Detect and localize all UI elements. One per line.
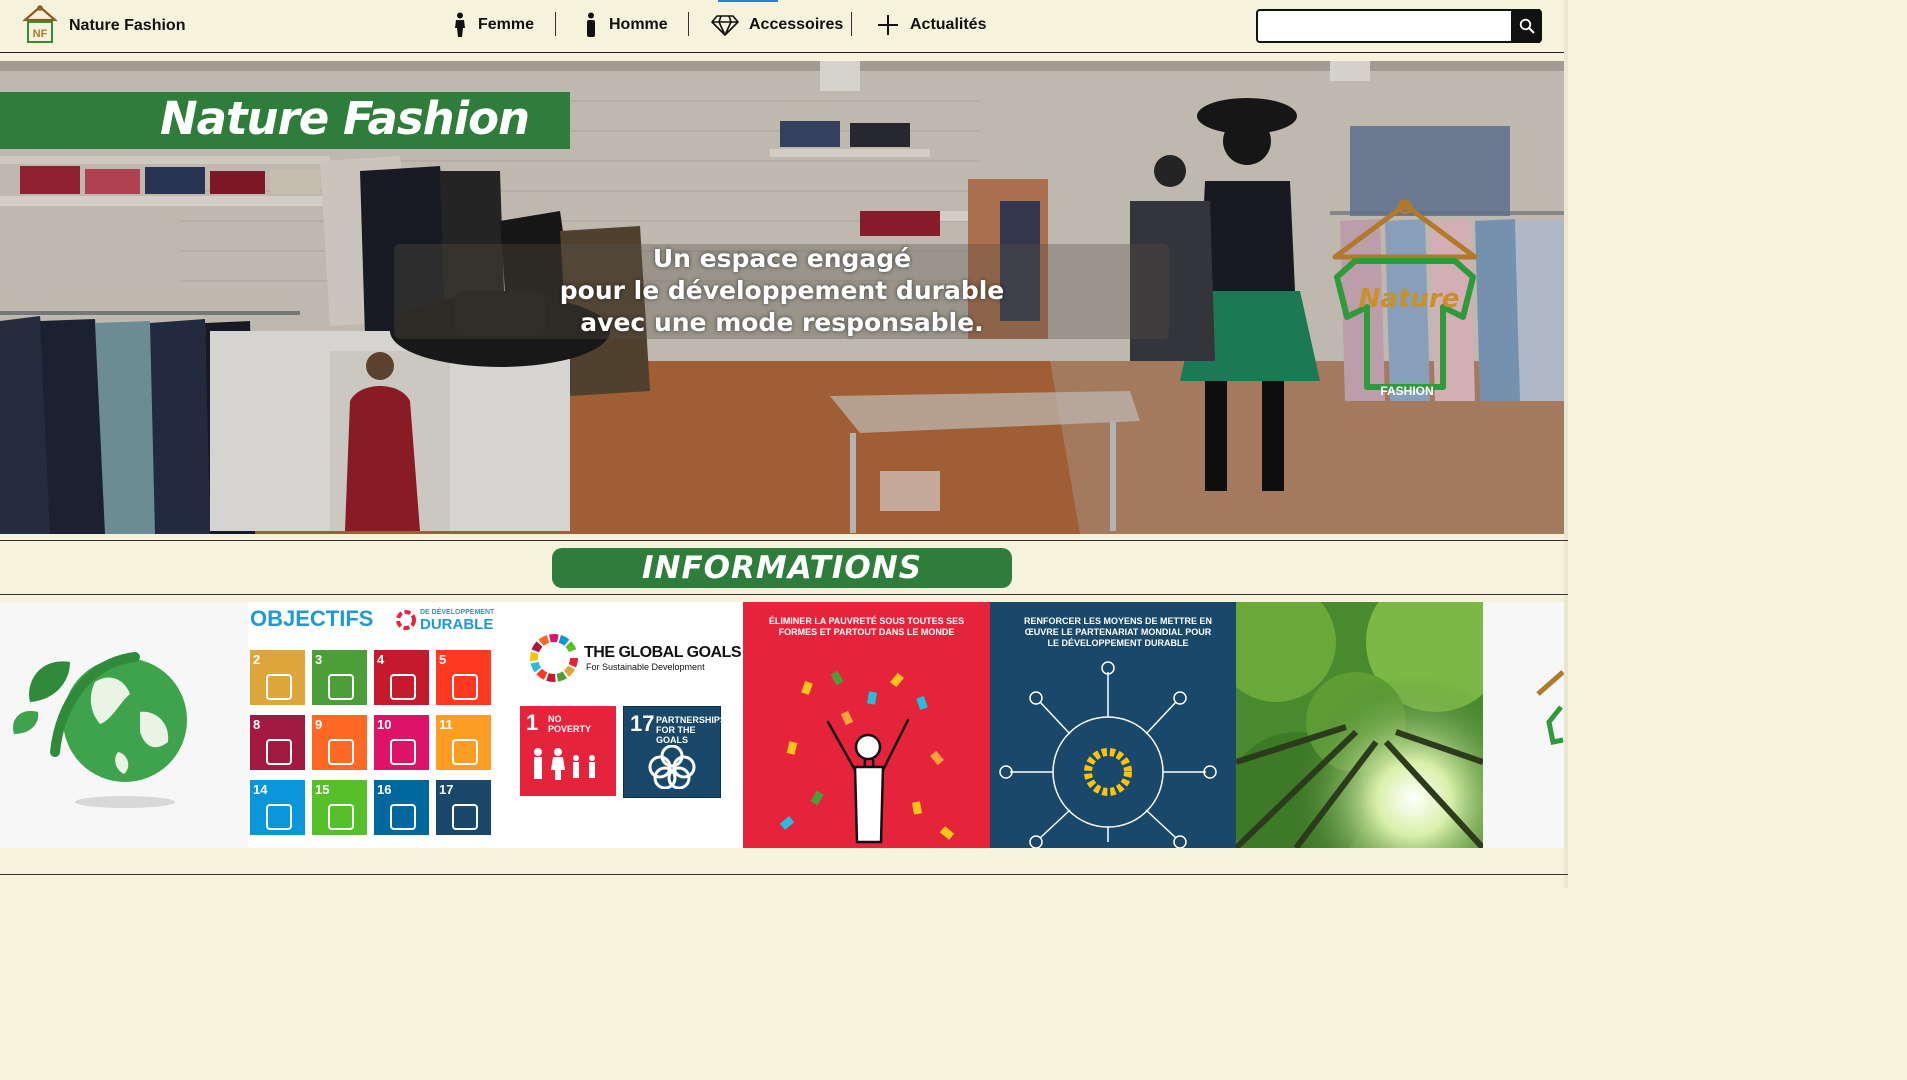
sdg-tile-icon bbox=[266, 739, 292, 765]
sdg-tile: 16 bbox=[374, 780, 429, 835]
nav-link-accessoires-label: Accessoires bbox=[749, 16, 844, 33]
nav-link-actualites[interactable]: Actualités bbox=[876, 12, 986, 38]
partnership-rings-icon bbox=[648, 745, 696, 789]
top-navbar: NF Nature Fashion Femme Homme Accessoire… bbox=[0, 0, 1568, 53]
informations-title: INFORMATIONS bbox=[641, 550, 923, 586]
brand-logo[interactable]: NF bbox=[22, 4, 58, 46]
global-goals-wheel-icon bbox=[530, 634, 578, 682]
sdg-tile-number: 3 bbox=[315, 652, 323, 667]
nav-link-femme[interactable]: Femme bbox=[452, 12, 534, 38]
nav-link-actualites-label: Actualités bbox=[910, 16, 987, 33]
sdg-tile-number: 15 bbox=[315, 782, 330, 797]
nav-link-accessoires[interactable]: Accessoires bbox=[711, 12, 843, 38]
sdg-tile-number: 14 bbox=[253, 782, 268, 797]
sdg-tile-icon bbox=[328, 804, 354, 830]
sdg-tile-icon bbox=[390, 804, 416, 830]
sdg-tile-number: 9 bbox=[315, 717, 323, 732]
nature-fashion-logo-partial bbox=[1536, 670, 1564, 745]
informations-header: INFORMATIONS bbox=[552, 548, 1012, 588]
info-card-partnership-poster[interactable]: RENFORCER LES MOYENS DE METTRE EN ŒUVRE … bbox=[990, 602, 1236, 848]
section-divider bbox=[0, 874, 1568, 875]
hero-tagline: Un espace engagé pour le développement d… bbox=[470, 243, 1094, 339]
sdg-tile-icon bbox=[390, 674, 416, 700]
sdg-tile: 5 bbox=[436, 650, 491, 705]
sdg-tile: 8 bbox=[250, 715, 305, 770]
hero-section: Nature FASHION Nature Fashion Un espace … bbox=[0, 61, 1564, 534]
sdg-tile: 14 bbox=[250, 780, 305, 835]
info-card-sdg-grid[interactable]: OBJECTIFS DE DÉVELOPPEMENT DURABLE 23458… bbox=[248, 602, 496, 848]
global-goals-title: THE GLOBAL GOALS bbox=[584, 644, 742, 661]
woman-icon bbox=[455, 12, 465, 37]
sdg-tile-icon bbox=[452, 739, 478, 765]
man-icon bbox=[587, 12, 595, 37]
forest-canopy-photo bbox=[1236, 602, 1483, 848]
page-scrollbar[interactable] bbox=[1564, 0, 1568, 888]
nav-link-homme-label: Homme bbox=[609, 16, 668, 33]
search-button[interactable] bbox=[1511, 9, 1542, 43]
brand-name[interactable]: Nature Fashion bbox=[69, 17, 185, 35]
sdg-wheel-icon bbox=[396, 610, 416, 630]
info-card-global-goals[interactable]: THE GLOBAL GOALS For Sustainable Develop… bbox=[496, 602, 743, 848]
nav-link-femme-label: Femme bbox=[478, 16, 535, 33]
sdg-tile: 10 bbox=[374, 715, 429, 770]
sdg-tile-number: 4 bbox=[377, 652, 385, 667]
people-circle-illustration bbox=[999, 661, 1217, 848]
plus-icon bbox=[878, 15, 898, 35]
goal-17-tile: 17 PARTNERSHIPS FOR THE GOALS bbox=[623, 706, 726, 798]
sdg-heading: OBJECTIFS bbox=[250, 606, 374, 631]
search-input[interactable] bbox=[1256, 9, 1540, 43]
info-card-green-earth[interactable] bbox=[0, 602, 248, 848]
nav-divider bbox=[851, 12, 852, 36]
svg-text:NF: NF bbox=[33, 28, 48, 40]
sdg-tile-icon bbox=[266, 674, 292, 700]
sdg-tile-number: 8 bbox=[253, 717, 261, 732]
diamond-icon bbox=[711, 15, 739, 36]
sdg-tile-number: 5 bbox=[439, 652, 447, 667]
info-card-poverty-poster[interactable]: ÉLIMINER LA PAUVRETÉ SOUS TOUTES SES FOR… bbox=[743, 602, 990, 848]
nav-divider bbox=[555, 12, 556, 36]
family-icon bbox=[534, 748, 595, 780]
sdg-tile: 17 bbox=[436, 780, 491, 835]
sdg-tile-icon bbox=[390, 739, 416, 765]
section-divider bbox=[0, 594, 1568, 595]
nav-link-homme[interactable]: Homme bbox=[583, 12, 668, 38]
sdg-tile-number: 2 bbox=[253, 652, 261, 667]
hero-title: Nature Fashion bbox=[160, 92, 530, 145]
search-icon bbox=[1519, 18, 1535, 34]
info-card-next-partial[interactable] bbox=[1483, 602, 1564, 848]
svg-text:Nature: Nature bbox=[1359, 284, 1460, 314]
section-divider bbox=[0, 540, 1568, 541]
sdg-tile: 15 bbox=[312, 780, 367, 835]
info-card-forest[interactable] bbox=[1236, 602, 1483, 848]
confetti-person-illustration bbox=[779, 670, 955, 844]
svg-text:FASHION: FASHION bbox=[1380, 384, 1433, 397]
sdg-tile-icon bbox=[328, 739, 354, 765]
hero-tagline-line: Un espace engagé bbox=[652, 244, 912, 273]
global-goals-subtitle: For Sustainable Development bbox=[586, 662, 705, 672]
sdg-tile: 3 bbox=[312, 650, 367, 705]
sdg-tile-number: 17 bbox=[439, 782, 454, 797]
sdg-tile-number: 11 bbox=[439, 717, 453, 732]
green-earth-icon bbox=[13, 652, 187, 808]
sdg-tile: 11 bbox=[436, 715, 491, 770]
sdg-tile-icon bbox=[452, 674, 478, 700]
sdg-tile: 4 bbox=[374, 650, 429, 705]
sdg-subheading-2: DURABLE bbox=[420, 616, 494, 633]
sdg-tile: 2 bbox=[250, 650, 305, 705]
sdg-tile-icon bbox=[452, 804, 478, 830]
sdg-tile: 9 bbox=[312, 715, 367, 770]
sdg-tile-icon bbox=[266, 804, 292, 830]
goal-1-tile: 1 NO POVERTY bbox=[520, 706, 616, 796]
nav-active-indicator bbox=[718, 0, 778, 2]
nav-divider bbox=[688, 12, 689, 36]
hero-tagline-line: pour le développement durable bbox=[559, 276, 1005, 305]
sdg-tile-number: 16 bbox=[377, 782, 392, 797]
hero-watermark-logo: Nature FASHION bbox=[1332, 199, 1478, 397]
sdg-tile-icon bbox=[328, 674, 354, 700]
hero-tagline-line: avec une mode responsable. bbox=[580, 308, 984, 337]
sdg-tile-number: 10 bbox=[377, 717, 392, 732]
